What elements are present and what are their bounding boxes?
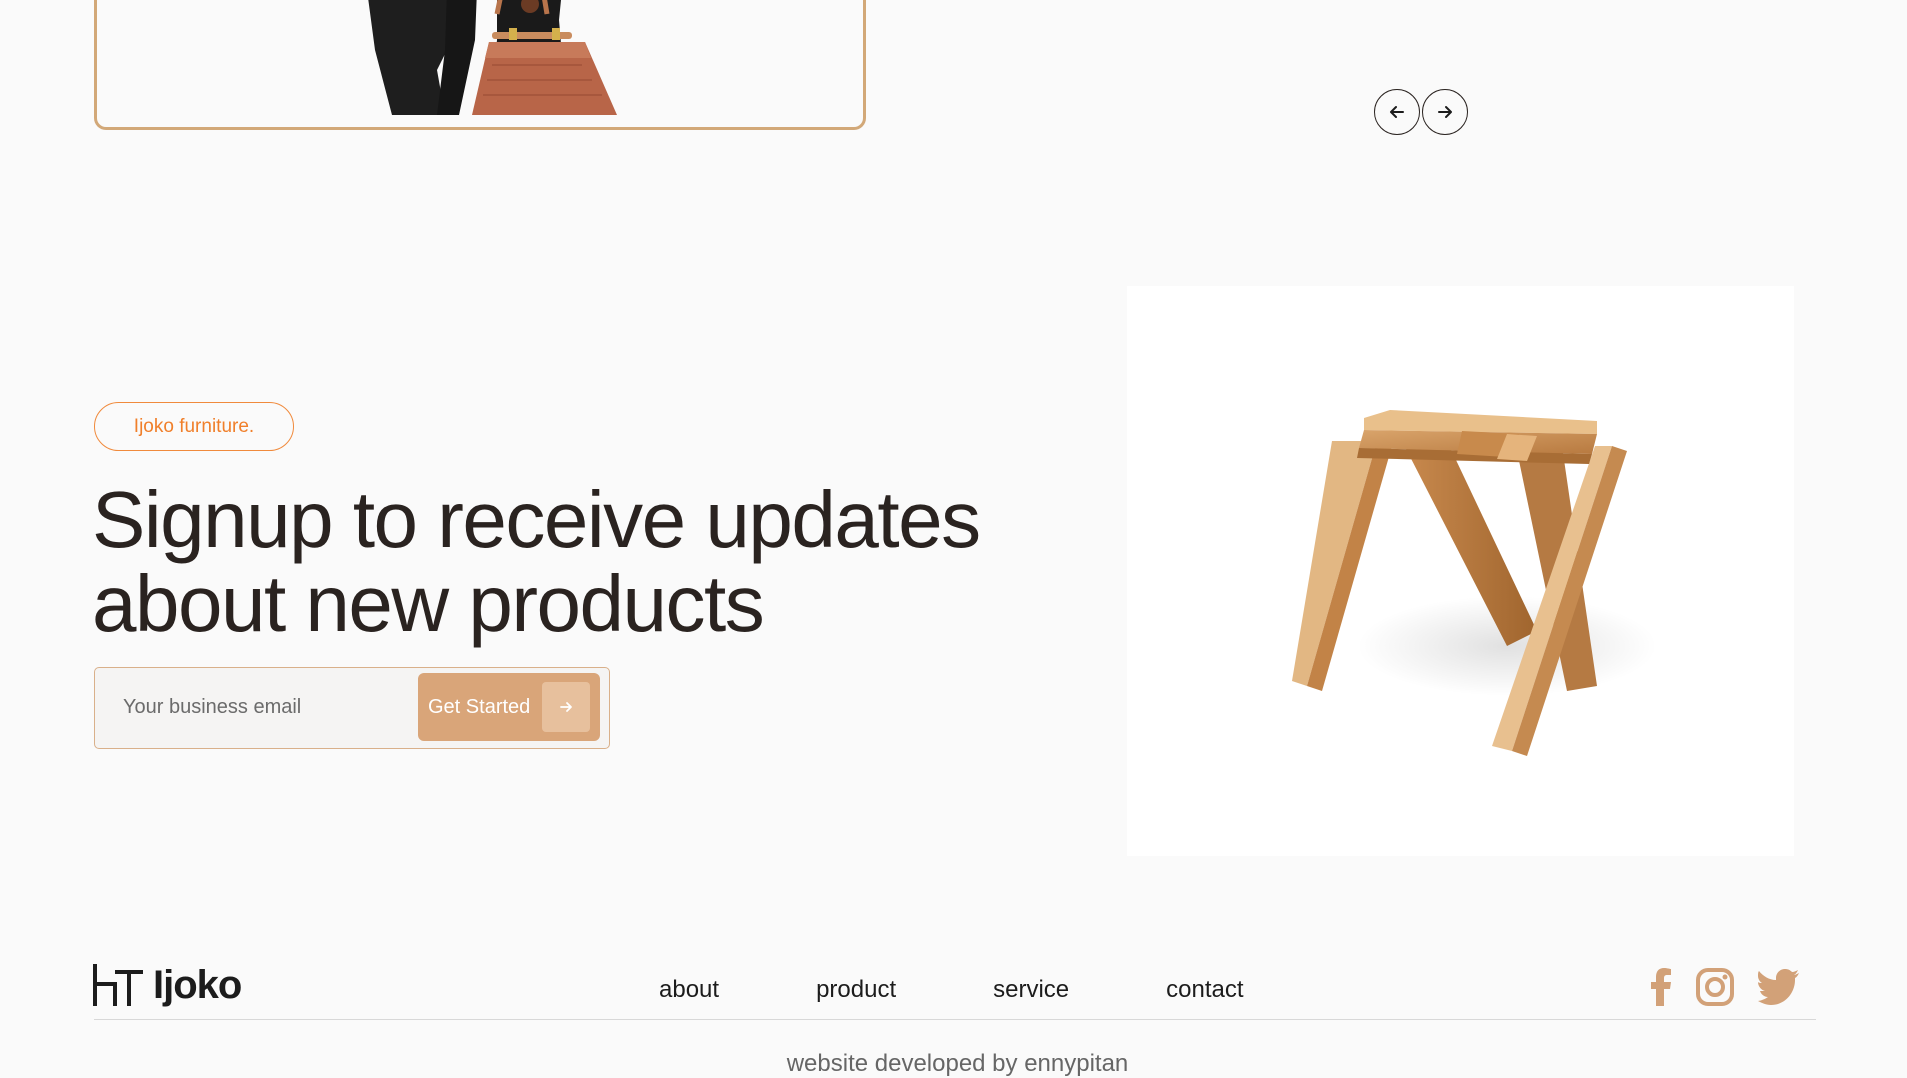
signup-headline: Signup to receive updates about new prod… bbox=[92, 478, 1052, 646]
arrow-right-icon bbox=[1438, 106, 1452, 118]
arrow-right-icon bbox=[542, 682, 590, 732]
model-with-bag-image bbox=[368, 0, 617, 115]
headline-line-2: about new products bbox=[92, 559, 765, 648]
carousel-card bbox=[94, 0, 866, 130]
footer-logo[interactable]: Ijoko bbox=[93, 962, 242, 1008]
logo-text: Ijoko bbox=[153, 962, 242, 1007]
twitter-icon[interactable] bbox=[1758, 969, 1800, 1005]
instagram-icon[interactable] bbox=[1696, 968, 1734, 1006]
footer-nav: about product service contact bbox=[659, 976, 1341, 1004]
footer-link-about[interactable]: about bbox=[659, 976, 719, 1004]
product-image-card bbox=[1127, 286, 1794, 856]
headline-line-1: Signup to receive updates bbox=[92, 475, 981, 564]
carousel-prev-button[interactable] bbox=[1374, 89, 1420, 135]
brand-badge-label: Ijoko furniture. bbox=[133, 415, 255, 437]
footer-divider bbox=[94, 1019, 1816, 1020]
footer-link-contact[interactable]: contact bbox=[1166, 976, 1243, 1004]
footer-credit: website developed by ennypitan bbox=[786, 1050, 1129, 1077]
email-input[interactable] bbox=[95, 668, 405, 747]
footer-link-service[interactable]: service bbox=[993, 976, 1069, 1004]
carousel-next-button[interactable] bbox=[1422, 89, 1468, 135]
brand-badge: Ijoko furniture. bbox=[94, 402, 294, 451]
wooden-stool-image bbox=[1292, 410, 1657, 756]
social-links bbox=[1650, 968, 1824, 1006]
carousel-nav bbox=[1374, 89, 1470, 135]
logo-mark-icon bbox=[93, 964, 143, 1006]
get-started-label: Get Started bbox=[428, 695, 531, 718]
signup-form: Get Started bbox=[94, 667, 610, 749]
arrow-left-icon bbox=[1390, 106, 1404, 118]
footer-link-product[interactable]: product bbox=[816, 976, 896, 1004]
facebook-icon[interactable] bbox=[1650, 968, 1672, 1006]
get-started-button[interactable]: Get Started bbox=[418, 673, 600, 741]
